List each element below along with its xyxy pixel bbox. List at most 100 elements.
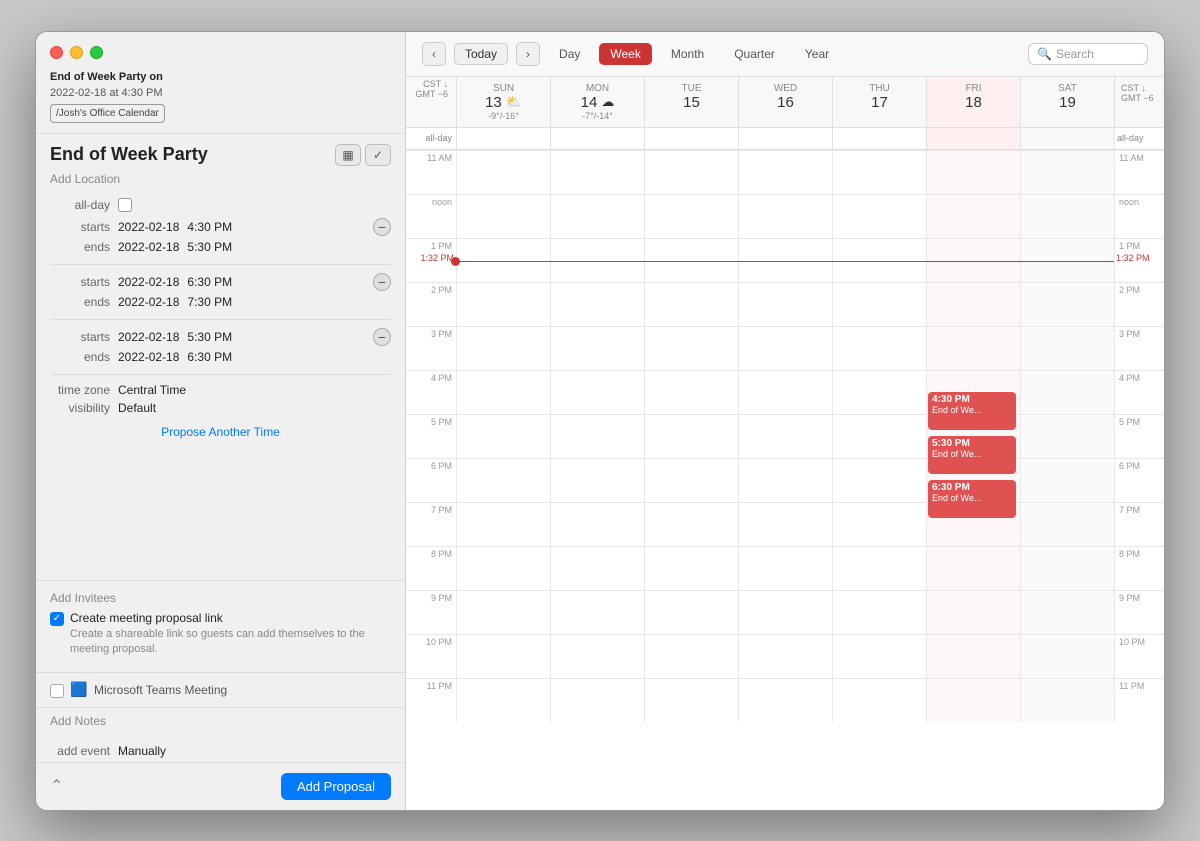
time-cell-12-4[interactable] — [832, 678, 926, 722]
remove-slot-2-btn[interactable]: − — [373, 273, 391, 291]
time-cell-6-1[interactable] — [550, 414, 644, 458]
time-cell-12-6[interactable] — [1020, 678, 1114, 722]
time-cell-6-0[interactable] — [456, 414, 550, 458]
time-cell-11-4[interactable] — [832, 634, 926, 678]
collapse-button[interactable]: ⌃ — [50, 776, 63, 796]
propose-another-time-link[interactable]: Propose Another Time — [50, 419, 391, 445]
time-cell-11-3[interactable] — [738, 634, 832, 678]
time-cell-8-0[interactable] — [456, 502, 550, 546]
search-box[interactable]: 🔍 Search — [1028, 43, 1148, 65]
time-cell-9-3[interactable] — [738, 546, 832, 590]
time-cell-4-4[interactable] — [832, 326, 926, 370]
time-cell-9-6[interactable] — [1020, 546, 1114, 590]
time-cell-7-1[interactable] — [550, 458, 644, 502]
starts-time-2[interactable]: 6:30 PM — [187, 275, 232, 289]
time-cell-3-5[interactable] — [926, 282, 1020, 326]
checkmark-btn[interactable]: ✓ — [365, 144, 391, 166]
starts-date-3[interactable]: 2022-02-18 — [118, 330, 179, 344]
close-button[interactable] — [50, 46, 63, 59]
time-cell-1-3[interactable] — [738, 194, 832, 238]
maximize-button[interactable] — [90, 46, 103, 59]
time-cell-8-4[interactable] — [832, 502, 926, 546]
starts-date-1[interactable]: 2022-02-18 — [118, 220, 179, 234]
cal-event-0[interactable]: 4:30 PMEnd of We... — [928, 392, 1016, 430]
time-cell-6-4[interactable] — [832, 414, 926, 458]
calendar-icon-btn[interactable]: ▦ — [335, 144, 361, 166]
time-cell-11-6[interactable] — [1020, 634, 1114, 678]
time-cell-11-0[interactable] — [456, 634, 550, 678]
week-view-button[interactable]: Week — [599, 43, 651, 65]
time-cell-10-6[interactable] — [1020, 590, 1114, 634]
time-cell-12-0[interactable] — [456, 678, 550, 722]
cal-event-1[interactable]: 5:30 PMEnd of We... — [928, 436, 1016, 474]
time-cell-12-1[interactable] — [550, 678, 644, 722]
time-cell-9-5[interactable] — [926, 546, 1020, 590]
time-cell-4-5[interactable] — [926, 326, 1020, 370]
time-cell-0-5[interactable] — [926, 150, 1020, 194]
time-cell-11-5[interactable] — [926, 634, 1020, 678]
create-meeting-proposal-checkbox[interactable]: ✓ — [50, 612, 64, 626]
time-cell-5-2[interactable] — [644, 370, 738, 414]
time-cell-8-2[interactable] — [644, 502, 738, 546]
time-cell-11-2[interactable] — [644, 634, 738, 678]
year-view-button[interactable]: Year — [794, 43, 840, 65]
day-view-button[interactable]: Day — [548, 43, 591, 65]
time-cell-1-2[interactable] — [644, 194, 738, 238]
time-cell-5-1[interactable] — [550, 370, 644, 414]
time-cell-0-0[interactable] — [456, 150, 550, 194]
teams-checkbox[interactable] — [50, 684, 64, 698]
ends-date-2[interactable]: 2022-02-18 — [118, 295, 179, 309]
time-cell-2-1[interactable] — [550, 238, 644, 282]
time-cell-12-2[interactable] — [644, 678, 738, 722]
calendar-body[interactable]: 11 AM11 AMnoonnoon1 PM1 PM2 PM2 PM3 PM3 … — [406, 150, 1164, 810]
time-cell-12-5[interactable] — [926, 678, 1020, 722]
ends-time-3[interactable]: 6:30 PM — [187, 350, 232, 364]
cal-event-2[interactable]: 6:30 PMEnd of We... — [928, 480, 1016, 518]
ends-date-1[interactable]: 2022-02-18 — [118, 240, 179, 254]
time-cell-4-3[interactable] — [738, 326, 832, 370]
time-cell-10-4[interactable] — [832, 590, 926, 634]
time-cell-5-6[interactable] — [1020, 370, 1114, 414]
starts-time-3[interactable]: 5:30 PM — [187, 330, 232, 344]
time-cell-0-6[interactable] — [1020, 150, 1114, 194]
time-cell-8-1[interactable] — [550, 502, 644, 546]
time-cell-10-0[interactable] — [456, 590, 550, 634]
time-cell-0-4[interactable] — [832, 150, 926, 194]
add-event-value[interactable]: Manually — [118, 744, 166, 758]
time-cell-12-3[interactable] — [738, 678, 832, 722]
time-cell-8-3[interactable] — [738, 502, 832, 546]
time-cell-2-2[interactable] — [644, 238, 738, 282]
time-cell-6-3[interactable] — [738, 414, 832, 458]
remove-slot-3-btn[interactable]: − — [373, 328, 391, 346]
visibility-value[interactable]: Default — [118, 401, 156, 415]
time-cell-3-6[interactable] — [1020, 282, 1114, 326]
quarter-view-button[interactable]: Quarter — [723, 43, 786, 65]
time-cell-3-3[interactable] — [738, 282, 832, 326]
time-cell-3-4[interactable] — [832, 282, 926, 326]
time-cell-10-1[interactable] — [550, 590, 644, 634]
time-cell-9-4[interactable] — [832, 546, 926, 590]
add-proposal-button[interactable]: Add Proposal — [281, 773, 391, 800]
time-cell-7-0[interactable] — [456, 458, 550, 502]
time-cell-1-5[interactable] — [926, 194, 1020, 238]
time-cell-4-6[interactable] — [1020, 326, 1114, 370]
time-cell-7-4[interactable] — [832, 458, 926, 502]
time-cell-2-4[interactable] — [832, 238, 926, 282]
time-cell-3-0[interactable] — [456, 282, 550, 326]
time-cell-0-3[interactable] — [738, 150, 832, 194]
time-cell-7-2[interactable] — [644, 458, 738, 502]
time-cell-5-3[interactable] — [738, 370, 832, 414]
next-week-button[interactable]: › — [516, 42, 540, 66]
time-cell-1-0[interactable] — [456, 194, 550, 238]
time-cell-5-0[interactable] — [456, 370, 550, 414]
time-cell-10-5[interactable] — [926, 590, 1020, 634]
time-cell-9-1[interactable] — [550, 546, 644, 590]
time-cell-9-2[interactable] — [644, 546, 738, 590]
starts-time-1[interactable]: 4:30 PM — [187, 220, 232, 234]
time-cell-5-4[interactable] — [832, 370, 926, 414]
event-title-input[interactable] — [50, 144, 335, 165]
today-button[interactable]: Today — [454, 43, 508, 65]
timezone-value[interactable]: Central Time — [118, 383, 186, 397]
time-cell-0-2[interactable] — [644, 150, 738, 194]
time-cell-1-4[interactable] — [832, 194, 926, 238]
